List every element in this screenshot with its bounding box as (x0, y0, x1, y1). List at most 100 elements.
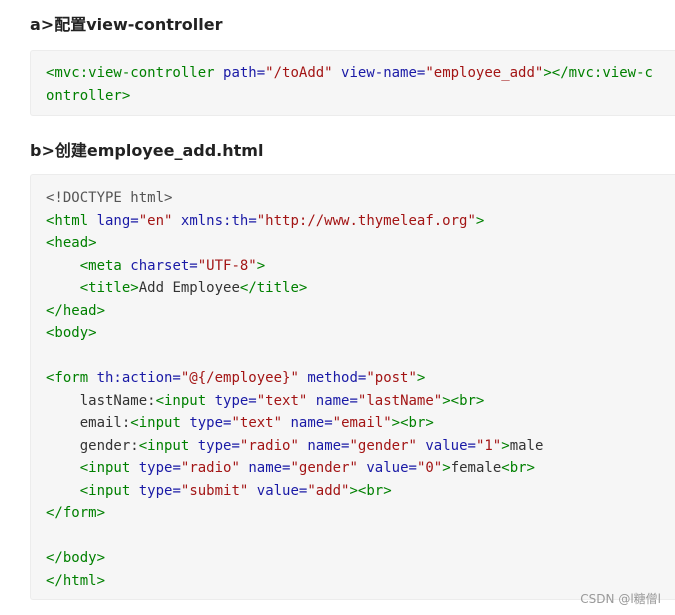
code-token-str: "submit" (180, 482, 249, 499)
code-token-tag: <input (138, 437, 198, 454)
code-token-str: "radio" (239, 437, 299, 454)
code-token-tag: <input (155, 392, 215, 409)
code-token-attr: name= (248, 460, 291, 476)
code-token-tag: </body> (46, 550, 106, 566)
code-line: gender:<input type="radio" name="gender"… (46, 435, 660, 458)
code-token-attr: method= (307, 370, 367, 386)
csdn-watermark: CSDN @l糖僧l (580, 592, 661, 606)
code-token-str: "text" (256, 392, 308, 409)
code-token-attr: value= (366, 460, 417, 476)
code-line: <html lang="en" xmlns:th="http://www.thy… (46, 210, 660, 233)
code-token-txt: male (509, 437, 544, 454)
code-token-attr: xmlns:th= (180, 212, 257, 229)
section-title-b: b>创建employee_add.html (30, 141, 264, 160)
code-token-attr: view-name= (341, 65, 426, 81)
code-token-txt: gender: (46, 437, 139, 454)
code-token-attr: name= (315, 392, 358, 409)
code-token-tag: > (416, 370, 426, 386)
code-token-attr: type= (138, 460, 181, 476)
code-token-str: "add" (307, 482, 350, 499)
code-token-attr: value= (256, 482, 308, 499)
code-token-str: "gender" (349, 437, 417, 454)
code-block-view-controller: <mvc:view-controller path="/toAdd" view-… (30, 50, 675, 116)
code-line: <!DOCTYPE html> (46, 187, 660, 210)
code-line: <meta charset="UTF-8"> (46, 255, 660, 278)
code-token-tag: </head> (46, 302, 106, 319)
code-token-tag: </title> (239, 280, 308, 296)
code-token-str: "email" (332, 415, 392, 431)
code-token-str: "@{/employee}" (180, 370, 299, 386)
code-token-tag: <input (79, 460, 139, 476)
code-token-attr: type= (138, 482, 181, 499)
code-token-tag: <mvc:view-controller (46, 65, 224, 81)
code-token-str: "en" (138, 212, 173, 229)
code-token-attr: type= (214, 392, 257, 409)
code-token-str: "employee_add" (425, 65, 544, 81)
code-token-attr: value= (425, 437, 476, 454)
code-token-txt: lastName: (46, 392, 156, 409)
code-token-tag: <html (46, 212, 97, 229)
code-token-txt: Add Employee (138, 280, 240, 296)
code-token-attr: lang= (96, 212, 139, 229)
code-token-str: "1" (475, 437, 502, 454)
code-token-tag: </html> (46, 572, 106, 589)
code-token-attr: name= (307, 437, 350, 454)
code-token-str: "radio" (180, 460, 240, 476)
code-token-tag: <body> (46, 325, 97, 341)
code-token-tag: > (442, 460, 451, 476)
code-token-txt: email: (46, 415, 131, 431)
code-token-tag: > (475, 212, 485, 229)
code-line: <form th:action="@{/employee}" method="p… (46, 367, 660, 390)
code-token-attr: th:action= (96, 370, 181, 386)
code-line: </head> (46, 300, 660, 323)
code-token-doctype: <!DOCTYPE html> (46, 190, 173, 206)
code-token-str: "http://www.thymeleaf.org" (256, 212, 476, 229)
code-line: lastName:<input type="text" name="lastNa… (46, 390, 660, 413)
code-token-tag: <form (46, 370, 97, 386)
code-token-attr: name= (290, 415, 333, 431)
code-token-txt: female (450, 460, 502, 476)
code-token-tag: > (501, 437, 510, 454)
code-line: <input type="submit" value="add"><br> (46, 480, 660, 503)
code-line: email:<input type="text" name="email"><b… (46, 412, 660, 435)
code-line: </form> (46, 502, 660, 525)
code-token-tag: <meta (79, 257, 131, 274)
code-token-str: "UTF-8" (197, 257, 257, 274)
code-token-attr: type= (197, 437, 240, 454)
code-token-tag: </form> (46, 505, 106, 521)
code-token-tag: <title> (79, 280, 139, 296)
section-title-a: a>配置view-controller (30, 15, 223, 34)
code-line: </html> (46, 570, 660, 593)
code-line: <input type="radio" name="gender" value=… (46, 457, 660, 480)
code-token-tag: <br> (501, 460, 535, 476)
code-line: <body> (46, 322, 660, 345)
code-token-tag: ><br> (442, 392, 485, 409)
code-token-attr: path= (223, 65, 266, 81)
code-token-str: "0" (416, 460, 443, 476)
code-token-str: "lastName" (357, 392, 443, 409)
code-token-str: "/toAdd" (265, 65, 333, 81)
code-token-tag: > (256, 257, 266, 274)
code-token-attr: type= (189, 415, 232, 431)
code-line: <head> (46, 232, 660, 255)
code-block-employee-add-html: <!DOCTYPE html> <html lang="en" xmlns:th=… (30, 174, 675, 600)
code-token-tag: <input (130, 415, 190, 431)
code-line: <mvc:view-controller path="/toAdd" view-… (46, 62, 660, 107)
code-line: <title>Add Employee</title> (46, 277, 660, 300)
code-token-str: "post" (366, 370, 417, 386)
code-token-str: "gender" (290, 460, 358, 476)
code-line: </body> (46, 547, 660, 570)
code-token-tag: <head> (46, 235, 97, 251)
code-token-str: "text" (231, 415, 283, 431)
code-token-attr: charset= (130, 257, 198, 274)
code-token-tag: <input (79, 482, 139, 499)
